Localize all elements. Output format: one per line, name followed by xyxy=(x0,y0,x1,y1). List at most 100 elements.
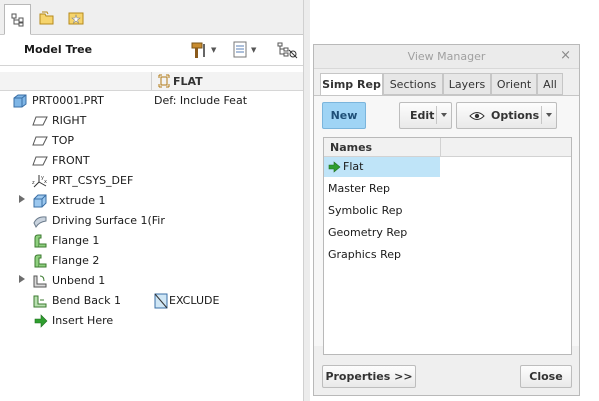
model-tree-column-header: FLAT xyxy=(0,72,303,91)
expand-arrow-icon[interactable] xyxy=(19,195,25,203)
tab-orient[interactable]: Orient xyxy=(491,73,537,95)
csys-icon: yxz xyxy=(32,175,47,188)
active-rep-arrow-icon xyxy=(328,161,341,173)
flange-icon xyxy=(34,254,47,268)
dialog-title: View Manager xyxy=(407,50,486,63)
tree-row-label: Flange 1 xyxy=(52,234,100,247)
model-tree-panel: Model Tree ▼ ▼ FLAT PRT0001.PRT Def: Inc… xyxy=(0,0,303,401)
document-list-icon xyxy=(233,41,247,58)
tree-row-bend-back[interactable]: Bend Back 1 EXCLUDE xyxy=(0,291,303,311)
tree-filter-button[interactable] xyxy=(276,41,298,59)
rep-status-value: Def: Include Feat xyxy=(154,94,248,107)
model-tree-toolbar: Model Tree ▼ ▼ xyxy=(0,35,303,66)
tree-row-unbend[interactable]: Unbend 1 xyxy=(0,271,303,291)
dialog-footer: Properties >> Close xyxy=(314,359,579,395)
split-divider xyxy=(541,106,542,124)
tree-row-insert-here[interactable]: Insert Here xyxy=(0,311,303,331)
list-item-geometry-rep[interactable]: Geometry Rep xyxy=(324,223,571,243)
flat-column-header[interactable]: FLAT xyxy=(158,74,203,88)
tree-row-label: PRT_CSYS_DEF xyxy=(52,174,134,187)
exclude-icon xyxy=(154,293,168,309)
folder-icon xyxy=(39,11,53,25)
view-manager-dialog: View Manager × Simp Rep Sections Layers … xyxy=(313,44,580,396)
model-tree-tab[interactable] xyxy=(4,4,31,35)
tree-row-label: TOP xyxy=(52,134,75,147)
tree-row-label: RIGHT xyxy=(52,114,87,127)
rep-list[interactable]: Names Flat Master Rep Symbolic Rep Geome… xyxy=(323,137,572,355)
eye-icon xyxy=(469,111,485,120)
tree-row-label: Insert Here xyxy=(52,314,114,327)
tab-sections[interactable]: Sections xyxy=(383,73,443,95)
tab-all[interactable]: All xyxy=(537,73,563,95)
chevron-down-icon[interactable] xyxy=(441,113,447,117)
edit-button-label: Edit xyxy=(410,109,435,122)
datum-plane-icon xyxy=(32,156,48,166)
surface-icon xyxy=(33,216,47,229)
flange-icon xyxy=(34,234,47,248)
rep-label: Graphics Rep xyxy=(328,248,401,261)
list-item-master-rep[interactable]: Master Rep xyxy=(324,179,571,199)
show-menu-button[interactable]: ▼ xyxy=(232,41,256,59)
panel-splitter[interactable] xyxy=(303,0,310,401)
names-column-header[interactable]: Names xyxy=(330,141,372,154)
settings-menu-button[interactable]: ▼ xyxy=(188,41,216,59)
tree-row-label: FRONT xyxy=(52,154,90,167)
tree-row-part[interactable]: PRT0001.PRT Def: Include Feat xyxy=(0,91,303,111)
tree-row-label: Extrude 1 xyxy=(52,194,106,207)
options-button[interactable]: Options xyxy=(456,102,557,129)
tab-layers[interactable]: Layers xyxy=(443,73,491,95)
insert-arrow-icon xyxy=(34,314,48,328)
datum-plane-icon xyxy=(32,116,48,126)
tree-row-label: PRT0001.PRT xyxy=(32,94,104,107)
tree-icon xyxy=(11,13,23,26)
selection-highlight xyxy=(324,157,440,177)
tree-row-right[interactable]: RIGHT xyxy=(0,111,303,131)
properties-button[interactable]: Properties >> xyxy=(322,365,416,388)
tree-row-flange-2[interactable]: Flange 2 xyxy=(0,251,303,271)
navigator-tab-bar xyxy=(0,0,303,35)
rep-label: Master Rep xyxy=(328,182,390,195)
favorites-tab[interactable] xyxy=(62,4,89,32)
bend-back-icon xyxy=(33,295,47,308)
list-item-flat[interactable]: Flat xyxy=(324,157,571,177)
tab-simp-rep[interactable]: Simp Rep xyxy=(320,73,383,96)
list-item-symbolic-rep[interactable]: Symbolic Rep xyxy=(324,201,571,221)
tree-row-label: Driving Surface 1(Fir xyxy=(52,214,165,227)
hammer-wrench-icon xyxy=(191,42,205,58)
favorites-icon xyxy=(68,12,83,25)
close-button[interactable]: Close xyxy=(520,365,572,388)
extrude-icon xyxy=(33,194,47,208)
new-button[interactable]: New xyxy=(322,102,366,129)
rep-label: Flat xyxy=(343,160,364,173)
datum-plane-icon xyxy=(32,136,48,146)
expand-arrow-icon[interactable] xyxy=(19,275,25,283)
tree-row-top[interactable]: TOP xyxy=(0,131,303,151)
close-icon[interactable]: × xyxy=(560,48,571,63)
options-button-label: Options xyxy=(491,109,540,122)
model-tree-title: Model Tree xyxy=(24,43,93,56)
tree-row-driving-surface[interactable]: Driving Surface 1(Fir xyxy=(0,211,303,231)
unbend-icon xyxy=(33,275,47,288)
chevron-down-icon[interactable] xyxy=(546,113,552,117)
split-divider xyxy=(436,106,437,124)
column-divider[interactable] xyxy=(151,72,152,90)
tree-filter-icon xyxy=(277,42,298,59)
tree-row-label: Unbend 1 xyxy=(52,274,106,287)
tree-row-front[interactable]: FRONT xyxy=(0,151,303,171)
tree-row-flange-1[interactable]: Flange 1 xyxy=(0,231,303,251)
simp-rep-icon xyxy=(158,74,170,88)
dialog-titlebar[interactable]: View Manager × xyxy=(314,45,579,69)
folder-browser-tab[interactable] xyxy=(33,4,60,32)
rep-label: Symbolic Rep xyxy=(328,204,403,217)
tree-row-csys[interactable]: yxz PRT_CSYS_DEF xyxy=(0,171,303,191)
part-icon xyxy=(13,94,27,108)
flat-column-label: FLAT xyxy=(173,74,203,88)
svg-text:x: x xyxy=(44,179,47,185)
column-divider[interactable] xyxy=(440,138,441,156)
rep-status-value: EXCLUDE xyxy=(169,294,220,307)
tree-row-label: Flange 2 xyxy=(52,254,100,267)
tree-row-extrude[interactable]: Extrude 1 xyxy=(0,191,303,211)
rep-label: Geometry Rep xyxy=(328,226,408,239)
list-item-graphics-rep[interactable]: Graphics Rep xyxy=(324,245,571,265)
edit-button[interactable]: Edit xyxy=(399,102,452,129)
